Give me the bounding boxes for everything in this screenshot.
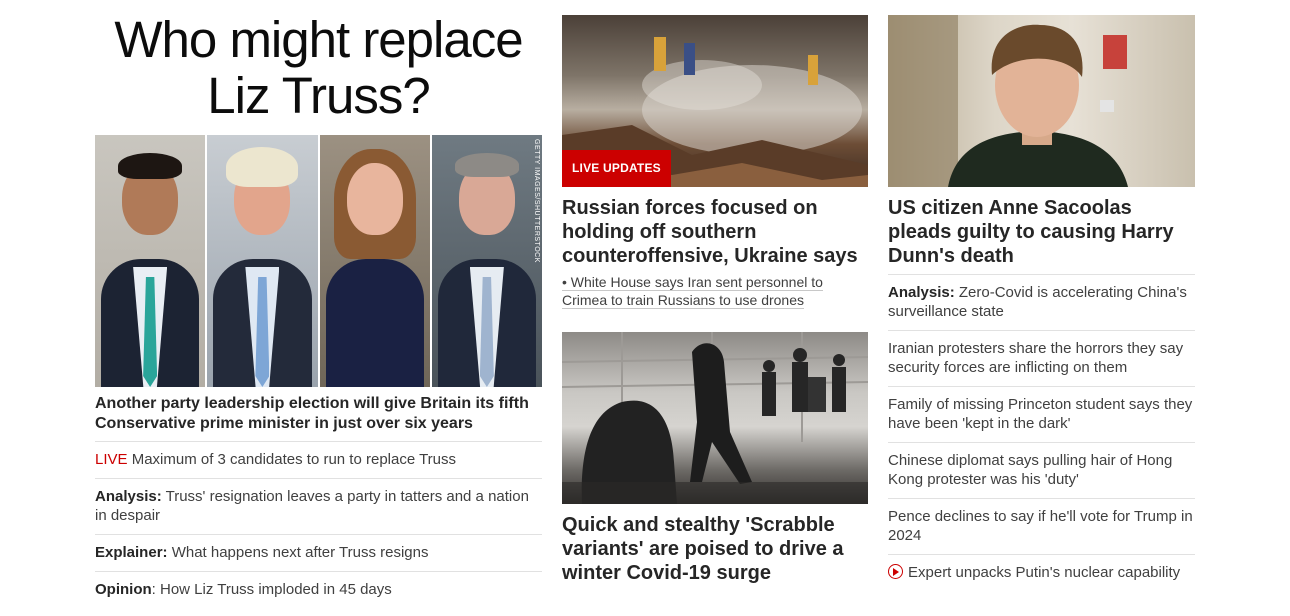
person-portrait-graphic xyxy=(888,15,1128,187)
sacoolas-headline[interactable]: US citizen Anne Sacoolas pleads guilty t… xyxy=(888,196,1195,268)
list-item[interactable]: Chinese diplomat says pulling hair of Ho… xyxy=(888,442,1195,498)
iran-drones-link[interactable]: • White House says Iran sent personnel t… xyxy=(562,273,868,309)
airport-photo[interactable] xyxy=(562,332,868,504)
list-item[interactable]: Explainer: What happens next after Truss… xyxy=(95,534,542,571)
portrait-4: GETTY IMAGES/SHUTTERSTOCK xyxy=(431,135,542,387)
ukraine-headline[interactable]: Russian forces focused on holding off so… xyxy=(562,196,868,268)
portrait-1 xyxy=(95,135,208,387)
ukraine-photo[interactable]: LIVE UPDATES xyxy=(562,15,868,187)
covid-variants-headline[interactable]: Quick and stealthy 'Scrabble variants' a… xyxy=(562,513,868,585)
list-item-text: Family of missing Princeton student says… xyxy=(888,396,1193,432)
lead-story-headline[interactable]: Another party leadership election will g… xyxy=(95,394,542,434)
candidates-photo[interactable]: GETTY IMAGES/SHUTTERSTOCK xyxy=(95,135,542,387)
airport-silhouettes-graphic xyxy=(562,332,868,504)
live-updates-badge: LIVE UPDATES xyxy=(562,150,671,187)
list-item-text: Maximum of 3 candidates to run to replac… xyxy=(127,451,457,468)
list-item[interactable]: Analysis: Truss' resignation leaves a pa… xyxy=(95,478,542,534)
list-item-text: What happens next after Truss resigns xyxy=(167,544,429,561)
video-list-item[interactable]: Expert unpacks Putin's nuclear capabilit… xyxy=(888,554,1195,591)
list-item[interactable]: Pence declines to say if he'll vote for … xyxy=(888,498,1195,554)
list-item[interactable]: Analysis: Zero-Covid is accelerating Chi… xyxy=(888,274,1195,330)
list-item-tag: Analysis: xyxy=(888,284,955,301)
list-item[interactable]: Opinion: How Liz Truss imploded in 45 da… xyxy=(95,571,542,608)
photo-credit: GETTY IMAGES/SHUTTERSTOCK xyxy=(533,139,540,263)
list-item-text: Expert unpacks Putin's nuclear capabilit… xyxy=(908,564,1181,581)
left-column: Who might replace Liz Truss? GETTY IMAGE… xyxy=(95,0,542,598)
list-item[interactable]: Family of missing Princeton student says… xyxy=(888,386,1195,442)
big-headline[interactable]: Who might replace Liz Truss? xyxy=(95,12,542,124)
play-circle-icon xyxy=(888,564,903,579)
right-related-list: Analysis: Zero-Covid is accelerating Chi… xyxy=(888,274,1195,591)
iran-drones-link-text[interactable]: • White House says Iran sent personnel t… xyxy=(562,274,823,309)
list-item-tag: Explainer: xyxy=(95,544,168,561)
list-item[interactable]: Iranian protesters share the horrors the… xyxy=(888,330,1195,386)
big-headline-line1[interactable]: Who might replace xyxy=(114,11,523,68)
sacoolas-story-photo[interactable] xyxy=(888,15,1195,187)
list-item[interactable]: LIVE Maximum of 3 candidates to run to r… xyxy=(95,441,542,478)
list-item-tag: Opinion xyxy=(95,581,152,598)
portrait-2 xyxy=(207,135,320,387)
left-related-list: LIVE Maximum of 3 candidates to run to r… xyxy=(95,441,542,608)
list-item-text: Chinese diplomat says pulling hair of Ho… xyxy=(888,452,1173,488)
list-item-text: Pence declines to say if he'll vote for … xyxy=(888,508,1193,544)
portrait-3 xyxy=(319,135,432,387)
big-headline-line2[interactable]: Liz Truss? xyxy=(207,67,430,124)
list-item-tag: Analysis: xyxy=(95,488,162,505)
list-item-text: Iranian protesters share the horrors the… xyxy=(888,340,1184,376)
list-item-text: : How Liz Truss imploded in 45 days xyxy=(151,581,392,598)
live-tag: LIVE xyxy=(95,451,128,468)
